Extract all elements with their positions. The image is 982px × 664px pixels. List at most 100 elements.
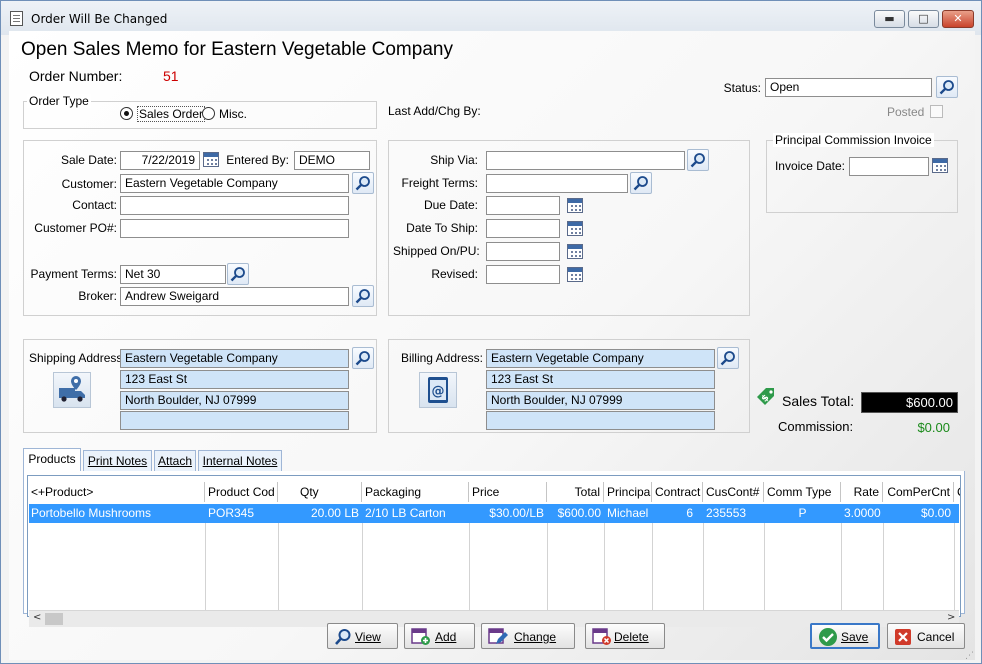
cell-qty[interactable]: 20.00 LB — [278, 504, 362, 523]
cell-price[interactable]: $30.00/LB — [469, 504, 547, 523]
date-to-ship-field[interactable] — [486, 219, 560, 238]
cell-comm-type[interactable]: P — [764, 504, 841, 523]
revised-field[interactable] — [486, 265, 560, 284]
change-button[interactable]: Change — [481, 623, 575, 649]
column-divider — [469, 523, 470, 610]
cancel-button[interactable]: Cancel — [887, 623, 965, 649]
add-button[interactable]: Add — [404, 623, 475, 649]
scrollbar-thumb[interactable] — [45, 613, 63, 625]
cell-product-code[interactable]: POR345 — [205, 504, 278, 523]
entered-by-field[interactable]: DEMO — [294, 151, 370, 170]
tab-products[interactable]: Products — [23, 448, 81, 472]
restore-button[interactable]: □ — [908, 10, 939, 28]
cell-total[interactable]: $600.00 — [547, 504, 604, 523]
change-label: Change — [514, 630, 557, 644]
freight-terms-label: Freight Terms: — [401, 176, 478, 190]
delete-button[interactable]: Delete — [585, 623, 665, 649]
status-search-button[interactable] — [936, 76, 958, 98]
checkmark-icon — [819, 628, 837, 646]
column-header-compercnt[interactable]: ComPerCnt — [883, 482, 954, 502]
customer-po-field[interactable] — [120, 219, 349, 238]
billing-address-line3[interactable]: North Boulder, NJ 07999 — [486, 391, 715, 410]
column-header-principal[interactable]: Principa — [604, 482, 652, 502]
due-date-field[interactable] — [486, 196, 560, 215]
revised-calendar-icon[interactable] — [567, 267, 583, 282]
status-field[interactable]: Open — [765, 78, 932, 97]
column-header-price[interactable]: Price — [469, 482, 547, 502]
address-book-icon[interactable]: @ — [419, 372, 457, 408]
broker-field[interactable]: Andrew Sweigard — [120, 287, 349, 306]
misc-label[interactable]: Misc. — [219, 107, 247, 121]
billing-address-line1[interactable]: Eastern Vegetable Company — [486, 349, 715, 368]
shipping-address-line2[interactable]: 123 East St — [120, 370, 349, 389]
column-header-more[interactable]: C — [954, 482, 960, 502]
window-title: Order Will Be Changed — [31, 12, 168, 26]
column-header-rate[interactable]: Rate — [841, 482, 883, 502]
delivery-truck-icon[interactable] — [53, 372, 91, 408]
view-button[interactable]: View — [327, 623, 398, 649]
scroll-right-icon[interactable]: > — [947, 612, 955, 623]
column-divider — [883, 523, 884, 610]
shipping-address-search-button[interactable] — [352, 347, 374, 369]
sale-date-field[interactable]: 7/22/2019 — [120, 151, 200, 170]
cell-product[interactable]: Portobello Mushrooms — [28, 504, 205, 523]
billing-address-line4[interactable] — [486, 411, 715, 430]
minimize-button[interactable]: ▬ — [874, 10, 905, 28]
payment-terms-field[interactable]: Net 30 — [120, 265, 226, 284]
column-header-comm-type[interactable]: Comm Type — [764, 482, 841, 502]
save-button[interactable]: Save — [810, 623, 880, 649]
freight-terms-search-button[interactable] — [630, 172, 652, 194]
close-button[interactable]: ✕ — [942, 10, 974, 28]
column-header-product[interactable]: <+Product> — [28, 482, 205, 502]
column-header-cuscont[interactable]: CusCont# — [703, 482, 764, 502]
payment-terms-search-button[interactable] — [227, 263, 249, 285]
cell-compercnt[interactable]: $0.00 — [883, 504, 954, 523]
tab-print-notes[interactable]: Print Notes — [83, 450, 152, 472]
misc-radio[interactable] — [202, 107, 215, 120]
shipping-address-line3[interactable]: North Boulder, NJ 07999 — [120, 391, 349, 410]
cell-packaging[interactable]: 2/10 LB Carton — [362, 504, 469, 523]
column-header-qty[interactable]: Qty — [278, 482, 362, 502]
billing-address-line2[interactable]: 123 East St — [486, 370, 715, 389]
column-header-total[interactable]: Total — [547, 482, 604, 502]
customer-search-button[interactable] — [352, 172, 374, 194]
shipping-address-line4[interactable] — [120, 411, 349, 430]
search-icon — [633, 176, 648, 191]
tab-internal-notes[interactable]: Internal Notes — [198, 450, 282, 472]
svg-text:@: @ — [432, 384, 445, 399]
cell-contract[interactable]: 6 — [652, 504, 703, 523]
posted-label: Posted — [887, 105, 925, 119]
search-icon — [939, 80, 954, 95]
freight-terms-field[interactable] — [486, 174, 628, 193]
sale-date-calendar-icon[interactable] — [203, 152, 219, 167]
billing-address-search-button[interactable] — [717, 347, 739, 369]
contact-field[interactable] — [120, 196, 349, 215]
shipping-address-line1[interactable]: Eastern Vegetable Company — [120, 349, 349, 368]
column-divider — [205, 523, 206, 610]
posted-checkbox — [930, 105, 943, 118]
customer-field[interactable]: Eastern Vegetable Company — [120, 174, 349, 193]
tab-attach[interactable]: Attach — [154, 450, 196, 472]
column-header-packaging[interactable]: Packaging — [362, 482, 469, 502]
invoice-date-field[interactable] — [849, 157, 929, 176]
resize-grip-icon[interactable]: ⋰ — [965, 651, 974, 661]
shipped-on-calendar-icon[interactable] — [567, 244, 583, 259]
column-header-product-code[interactable]: Product Cod — [205, 482, 278, 502]
sales-order-radio[interactable] — [120, 107, 133, 120]
search-icon — [335, 629, 351, 645]
due-date-calendar-icon[interactable] — [567, 198, 583, 213]
scroll-left-icon[interactable]: < — [33, 612, 41, 623]
ship-via-label: Ship Via: — [430, 153, 478, 167]
broker-search-button[interactable] — [352, 285, 374, 307]
invoice-date-calendar-icon[interactable] — [932, 158, 948, 173]
cell-cuscont[interactable]: 235553 — [703, 504, 764, 523]
column-header-contract[interactable]: Contract — [652, 482, 703, 502]
ship-via-search-button[interactable] — [687, 149, 709, 171]
shipped-on-field[interactable] — [486, 242, 560, 261]
cell-principal[interactable]: Michael — [604, 504, 652, 523]
column-divider — [954, 523, 955, 610]
ship-via-field[interactable] — [486, 151, 685, 170]
date-to-ship-calendar-icon[interactable] — [567, 221, 583, 236]
sales-order-label[interactable]: Sales Order — [137, 106, 206, 122]
cell-rate[interactable]: 3.0000 — [841, 504, 883, 523]
